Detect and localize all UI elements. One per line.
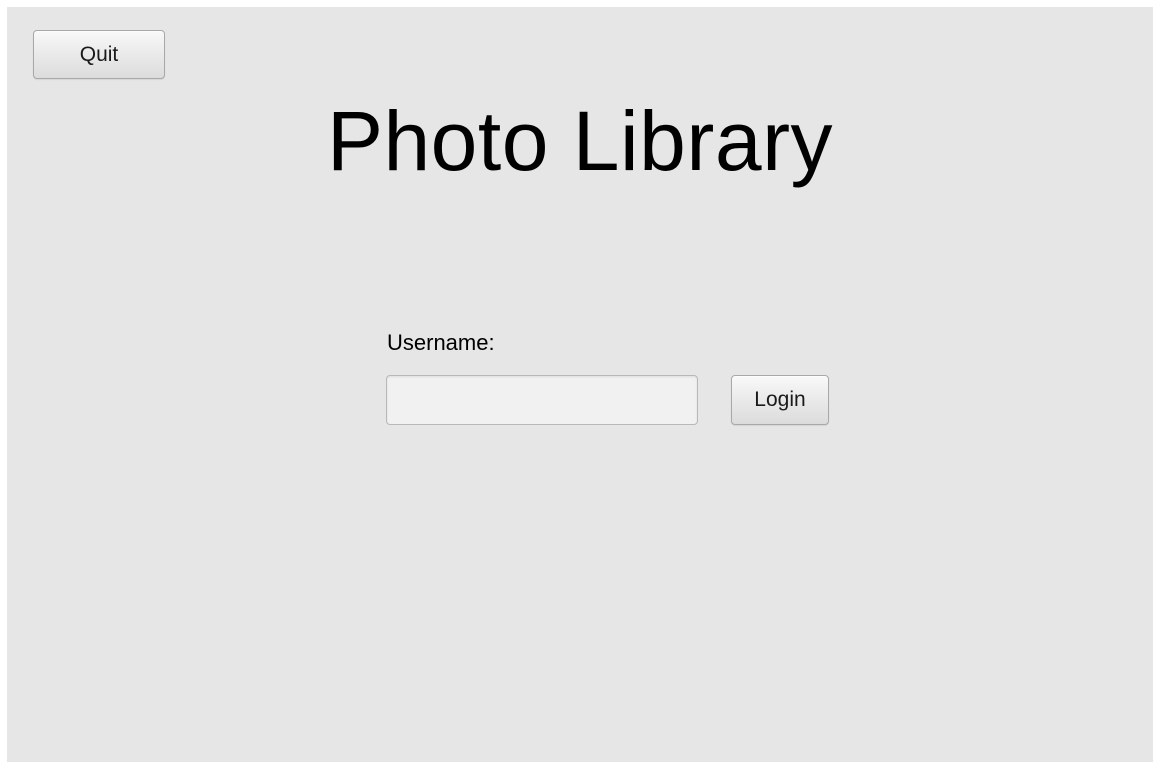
username-input[interactable] [386,375,698,425]
page-title: Photo Library [326,94,834,188]
login-button[interactable]: Login [731,375,829,425]
quit-button[interactable]: Quit [33,30,165,79]
app-window: Quit Photo Library Username: Login [7,7,1153,762]
username-label: Username: [387,330,495,355]
